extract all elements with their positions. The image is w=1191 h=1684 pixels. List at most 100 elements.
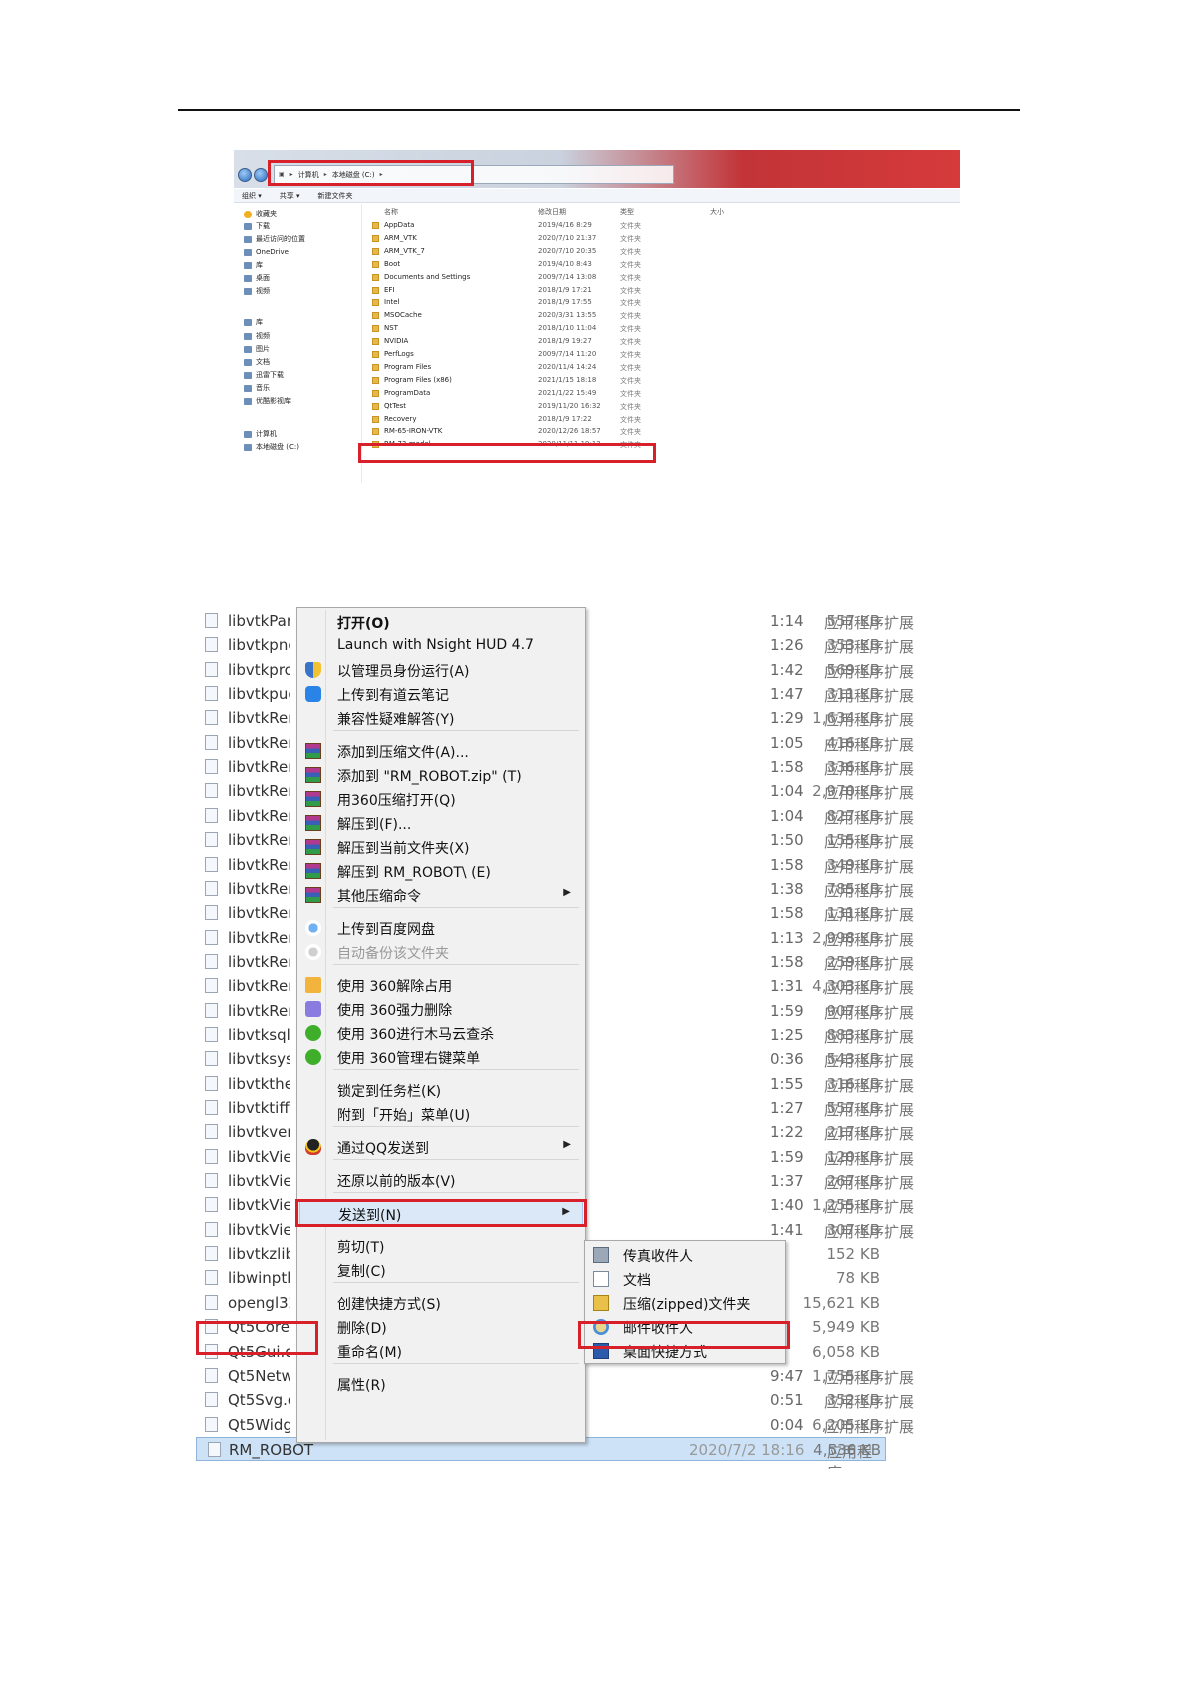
nav-item[interactable]: 桌面 — [244, 272, 270, 284]
context-menu-item[interactable]: 解压到当前文件夹(X) — [299, 835, 583, 859]
nav-item[interactable]: OneDrive — [244, 246, 289, 258]
folder-row[interactable]: AppData 2019/4/16 8:29 文件夹 — [368, 219, 688, 233]
nav-item[interactable]: 音乐 — [244, 382, 270, 394]
column-size[interactable]: 大小 — [710, 207, 724, 217]
send-to-item[interactable]: 传真收件人 — [587, 1243, 783, 1267]
context-menu-item[interactable]: 创建快捷方式(S) — [299, 1291, 583, 1315]
nav-item[interactable]: 优酷影视库 — [244, 395, 291, 407]
nav-item[interactable]: 下载 — [244, 220, 270, 232]
context-menu-item[interactable]: 上传到百度网盘 — [299, 916, 583, 940]
nav-item[interactable]: 迅雷下载 — [244, 369, 284, 381]
nav-item[interactable]: 收藏夹 — [244, 208, 277, 220]
context-menu-item[interactable]: 使用 360进行木马云查杀 — [299, 1021, 583, 1045]
address-highlight-box — [268, 160, 474, 186]
context-menu-item[interactable]: 重命名(M) — [299, 1339, 583, 1363]
context-menu-item[interactable]: 解压到(F)... — [299, 811, 583, 835]
new-folder-button[interactable]: 新建文件夹 — [318, 191, 353, 201]
folder-row[interactable]: ProgramData 2021/1/22 15:49 文件夹 — [368, 387, 688, 401]
nav-item[interactable]: 视频 — [244, 285, 270, 297]
folder-row[interactable]: Boot 2019/4/10 8:43 文件夹 — [368, 258, 688, 272]
context-menu-item[interactable]: 用360压缩打开(Q) — [299, 787, 583, 811]
file-size: 569 KB — [826, 660, 880, 679]
context-menu-item[interactable]: 删除(D) — [299, 1315, 583, 1339]
nav-item[interactable]: 图片 — [244, 343, 270, 355]
folder-row[interactable]: Program Files (x86) 2021/1/15 18:18 文件夹 — [368, 374, 688, 388]
folder-row[interactable]: ARM_VTK_7 2020/7/10 20:35 文件夹 — [368, 245, 688, 259]
context-menu-item[interactable]: 兼容性疑难解答(Y) — [299, 706, 583, 730]
context-menu-item[interactable]: 锁定到任务栏(K) — [299, 1078, 583, 1102]
folder-name: Boot — [384, 259, 401, 268]
file-size: 307 KB — [826, 1220, 880, 1239]
context-menu-item[interactable]: 还原以前的版本(V) — [299, 1168, 583, 1192]
menu-item-label: 还原以前的版本(V) — [337, 1174, 456, 1190]
context-menu-item[interactable]: 剪切(T) — [299, 1234, 583, 1258]
nav-item[interactable]: 文档 — [244, 356, 270, 368]
folder-row[interactable]: Program Files 2020/11/4 14:24 文件夹 — [368, 361, 688, 375]
context-menu-item[interactable]: 打开(O) — [299, 610, 583, 634]
nav-folder-icon — [244, 235, 252, 243]
context-menu-item[interactable]: 添加到压缩文件(A)... — [299, 739, 583, 763]
nav-item[interactable]: 本地磁盘 (C:) — [244, 441, 299, 453]
folder-row[interactable]: Recovery 2018/1/9 17:22 文件夹 — [368, 413, 688, 427]
context-menu-item[interactable]: 附到「开始」菜单(U) — [299, 1102, 583, 1126]
back-button-icon[interactable] — [238, 168, 252, 182]
folder-row[interactable]: PerfLogs 2009/7/14 11:20 文件夹 — [368, 348, 688, 362]
send-to-item[interactable]: 文档 — [587, 1267, 783, 1291]
submenu-arrow-icon: ▶ — [563, 1139, 571, 1150]
context-menu-item[interactable]: Launch with Nsight HUD 4.7 — [299, 634, 583, 658]
menu-item-label: 使用 360管理右键菜单 — [337, 1051, 481, 1067]
folder-row[interactable]: RM-65-IRON-VTK 2020/12/26 18:57 文件夹 — [368, 425, 688, 439]
file-size: 785 KB — [826, 879, 880, 898]
nav-item-label: 计算机 — [256, 430, 277, 438]
folder-row[interactable]: MSOCache 2020/3/31 13:55 文件夹 — [368, 309, 688, 323]
folder-row[interactable]: EFI 2018/1/9 17:21 文件夹 — [368, 284, 688, 298]
folder-icon — [372, 299, 379, 307]
context-menu-item[interactable]: 上传到有道云笔记 — [299, 682, 583, 706]
send-to-label: 传真收件人 — [623, 1249, 693, 1265]
nav-item[interactable]: 视频 — [244, 330, 270, 342]
folder-row[interactable]: ARM_VTK 2020/7/10 21:37 文件夹 — [368, 232, 688, 246]
file-size: 131 KB — [826, 904, 880, 923]
send-to-item[interactable]: 压缩(zipped)文件夹 — [587, 1291, 783, 1315]
organize-button[interactable]: 组织 ▾ — [242, 191, 262, 201]
share-button[interactable]: 共享 ▾ — [280, 191, 300, 201]
context-menu-item[interactable]: 复制(C) — [299, 1258, 583, 1282]
folder-name: AppData — [384, 221, 415, 229]
nav-item[interactable]: 库 — [244, 316, 263, 328]
nav-item[interactable]: 计算机 — [244, 428, 277, 440]
folder-type: 文件夹 — [620, 415, 641, 424]
column-type[interactable]: 类型 — [620, 207, 634, 217]
context-menu-item[interactable]: 使用 360解除占用 — [299, 973, 583, 997]
folder-name: Program Files (x86) — [384, 375, 452, 384]
context-menu-item[interactable]: 以管理员身份运行(A) — [299, 658, 583, 682]
file-name: Qt5Netwo — [228, 1366, 290, 1385]
folder-date: 2020/3/31 13:55 — [538, 311, 597, 320]
forward-button-icon[interactable] — [254, 168, 268, 182]
file-size: 353 KB — [826, 636, 880, 655]
folder-row[interactable]: Documents and Settings 2009/7/14 13:08 文件夹 — [368, 271, 688, 285]
context-menu-item[interactable]: 其他压缩命令 ▶ — [299, 883, 583, 907]
document-icon — [593, 1271, 609, 1287]
dll-file-icon — [205, 1026, 218, 1042]
menu-item-label: 锁定到任务栏(K) — [337, 1084, 442, 1100]
folder-row[interactable]: Intel 2018/1/9 17:55 文件夹 — [368, 296, 688, 310]
context-menu-item[interactable]: 属性(R) — [299, 1372, 583, 1396]
nav-folder-icon — [244, 345, 252, 353]
column-name[interactable]: 名称 — [384, 207, 398, 217]
nav-item[interactable]: 最近访问的位置 — [244, 233, 305, 245]
winrar-icon — [305, 815, 321, 831]
folder-row[interactable]: NST 2018/1/10 11:04 文件夹 — [368, 322, 688, 336]
context-menu-item[interactable]: 解压到 RM_ROBOT\ (E) — [299, 859, 583, 883]
dll-file-icon — [205, 710, 218, 726]
context-menu-item[interactable]: 使用 360强力删除 — [299, 997, 583, 1021]
context-menu-item[interactable]: 通过QQ发送到 ▶ — [299, 1135, 583, 1159]
menu-item-label: 解压到当前文件夹(X) — [337, 841, 470, 857]
folder-row[interactable]: NVIDIA 2018/1/9 19:27 文件夹 — [368, 335, 688, 349]
context-menu-item[interactable]: 使用 360管理右键菜单 — [299, 1045, 583, 1069]
folder-date: 2020/7/10 21:37 — [538, 233, 597, 242]
file-name: RM_ROBOT — [229, 1440, 314, 1459]
nav-item[interactable]: 库 — [244, 259, 263, 271]
context-menu-item[interactable]: 添加到 "RM_ROBOT.zip" (T) — [299, 763, 583, 787]
column-date[interactable]: 修改日期 — [538, 207, 566, 217]
folder-row[interactable]: QtTest 2019/11/20 16:32 文件夹 — [368, 400, 688, 414]
